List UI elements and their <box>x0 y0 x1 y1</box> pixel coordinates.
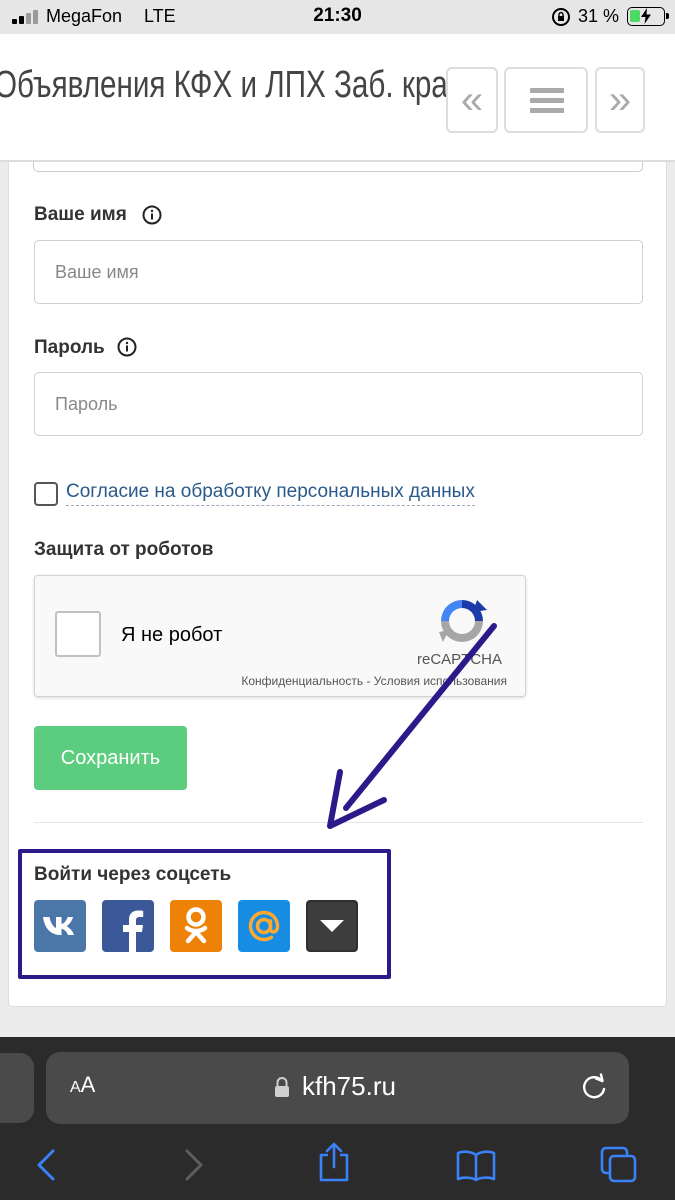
save-button[interactable]: Сохранить <box>34 726 187 790</box>
next-button[interactable]: » <box>595 67 645 133</box>
site-title[interactable]: Объявления КФХ и ЛПХ Заб. края <box>0 64 464 107</box>
consent-link[interactable]: Согласие на обработку персональных данны… <box>66 479 475 506</box>
recaptcha-brand: reCAPTCHA <box>417 651 503 668</box>
forward-icon[interactable] <box>176 1147 212 1183</box>
previous-tab-address-stub[interactable] <box>0 1053 34 1123</box>
robot-protection-label: Защита от роботов <box>34 539 214 560</box>
name-label: Ваше имя <box>34 204 127 225</box>
recaptcha-checkbox[interactable] <box>55 611 101 657</box>
url-text[interactable]: kfh75.ru <box>302 1071 396 1102</box>
recaptcha-label: Я не робот <box>121 624 223 646</box>
recaptcha-widget: Я не робот reCAPTCHA Конфиденциальность … <box>34 575 526 697</box>
back-icon[interactable] <box>28 1147 64 1183</box>
rotation-lock-icon <box>552 8 570 26</box>
recaptcha-terms-link[interactable]: Условия использования <box>374 674 507 688</box>
hamburger-menu-icon <box>530 88 564 114</box>
info-icon[interactable] <box>117 337 137 357</box>
consent-checkbox[interactable] <box>34 482 58 506</box>
recaptcha-separator: - <box>366 674 371 688</box>
divider <box>34 822 643 823</box>
previous-button[interactable]: « <box>446 67 498 133</box>
reload-icon[interactable] <box>579 1072 609 1102</box>
double-chevron-right-icon: » <box>608 78 632 122</box>
text-size-small-a: A <box>70 1079 81 1096</box>
password-input[interactable] <box>34 372 643 436</box>
charging-bolt-icon <box>641 8 651 24</box>
bookmarks-icon[interactable] <box>455 1147 497 1183</box>
battery-percent: 31 % <box>578 6 620 26</box>
info-icon[interactable] <box>142 205 162 225</box>
browser-toolbar: AA kfh75.ru <box>0 1037 675 1200</box>
status-bar: MegaFon LTE 21:30 31 % <box>0 0 675 34</box>
annotation-highlight-box <box>18 849 391 979</box>
recaptcha-logo-icon <box>439 600 487 642</box>
name-input[interactable] <box>34 240 643 304</box>
text-size-button[interactable]: AA <box>70 1072 95 1098</box>
battery-icon <box>627 7 669 26</box>
tabs-icon[interactable] <box>599 1145 639 1185</box>
share-icon[interactable] <box>316 1141 352 1183</box>
double-chevron-left-icon: « <box>460 78 484 122</box>
recaptcha-privacy-link[interactable]: Конфиденциальность <box>241 674 363 688</box>
lock-icon <box>275 1077 289 1097</box>
password-label: Пароль <box>34 337 105 358</box>
site-header: Объявления КФХ и ЛПХ Заб. края « » <box>0 34 675 162</box>
address-bar[interactable]: AA kfh75.ru <box>46 1052 629 1124</box>
recaptcha-terms: Конфиденциальность - Условия использован… <box>241 674 507 688</box>
menu-button[interactable] <box>504 67 588 133</box>
text-size-large-a: A <box>80 1072 96 1097</box>
previous-input-edge[interactable] <box>33 162 643 172</box>
clock: 21:30 <box>313 5 362 26</box>
